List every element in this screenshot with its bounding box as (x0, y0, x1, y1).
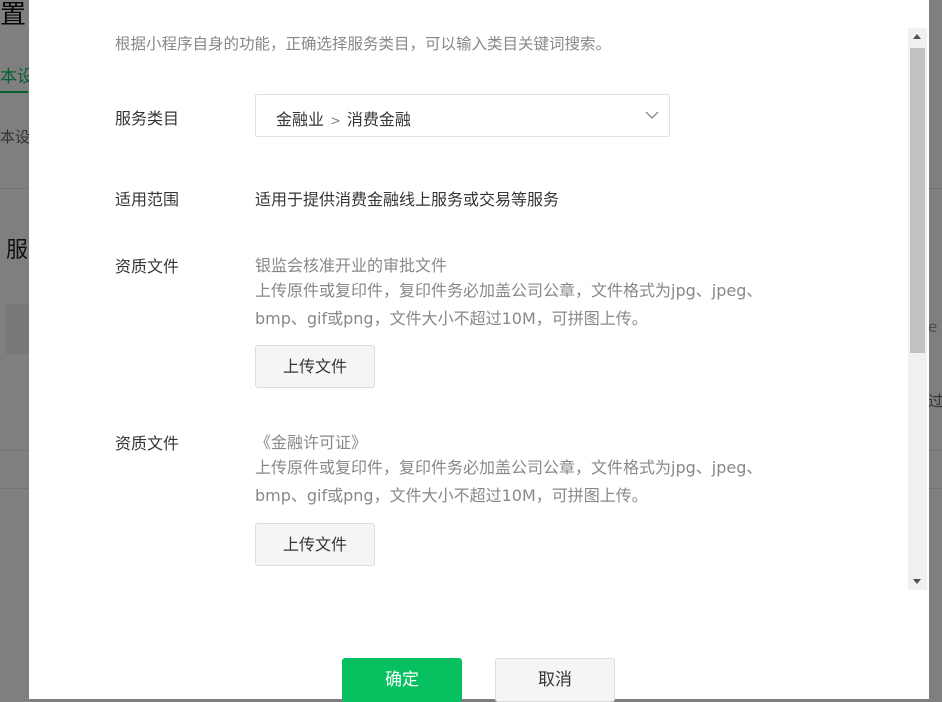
qualification-description: 上传原件或复印件，复印件务必加盖公司公章，文件格式为jpg、jpeg、 bmp、… (255, 277, 815, 333)
qualification-title: 银监会核准开业的审批文件 (255, 256, 448, 275)
scope-value: 适用于提供消费金融线上服务或交易等服务 (255, 190, 560, 209)
upload-file-button[interactable]: 上传文件 (255, 345, 375, 388)
qualification-title: 《金融许可证》 (255, 433, 368, 452)
dialog-intro-text: 根据小程序自身的功能，正确选择服务类目，可以输入类目关键词搜索。 (115, 35, 612, 53)
breadcrumb-separator-icon: > (330, 114, 341, 129)
chevron-down-icon (645, 111, 659, 119)
qualification-label: 资质文件 (115, 434, 180, 453)
service-category-select[interactable]: 金融业 > 消费金融 (255, 94, 670, 137)
service-category-label: 服务类目 (115, 109, 180, 128)
category-level2: 消费金融 (346, 110, 411, 129)
qualification-label: 资质文件 (115, 257, 180, 276)
service-category-value: 金融业 > 消费金融 (276, 106, 411, 130)
qualification-desc-line: bmp、gif或png，文件大小不超过10M，可拼图上传。 (255, 486, 648, 505)
scroll-up-arrow-icon[interactable] (913, 34, 921, 39)
scroll-down-arrow-icon[interactable] (913, 579, 921, 584)
qualification-description: 上传原件或复印件，复印件务必加盖公司公章，文件格式为jpg、jpeg、 bmp、… (255, 454, 815, 510)
category-level1: 金融业 (276, 110, 325, 129)
upload-file-button[interactable]: 上传文件 (255, 523, 375, 566)
service-category-dialog: 根据小程序自身的功能，正确选择服务类目，可以输入类目关键词搜索。 服务类目 金融… (29, 0, 929, 702)
cancel-button[interactable]: 取消 (495, 658, 615, 702)
qualification-desc-line: 上传原件或复印件，复印件务必加盖公司公章，文件格式为jpg、jpeg、 (255, 281, 763, 300)
confirm-button[interactable]: 确定 (342, 658, 462, 702)
qualification-desc-line: 上传原件或复印件，复印件务必加盖公司公章，文件格式为jpg、jpeg、 (255, 458, 763, 477)
dialog-scrollbar[interactable] (908, 28, 927, 590)
scope-label: 适用范围 (115, 190, 180, 209)
qualification-desc-line: bmp、gif或png，文件大小不超过10M，可拼图上传。 (255, 309, 648, 328)
scrollbar-thumb[interactable] (910, 48, 925, 353)
